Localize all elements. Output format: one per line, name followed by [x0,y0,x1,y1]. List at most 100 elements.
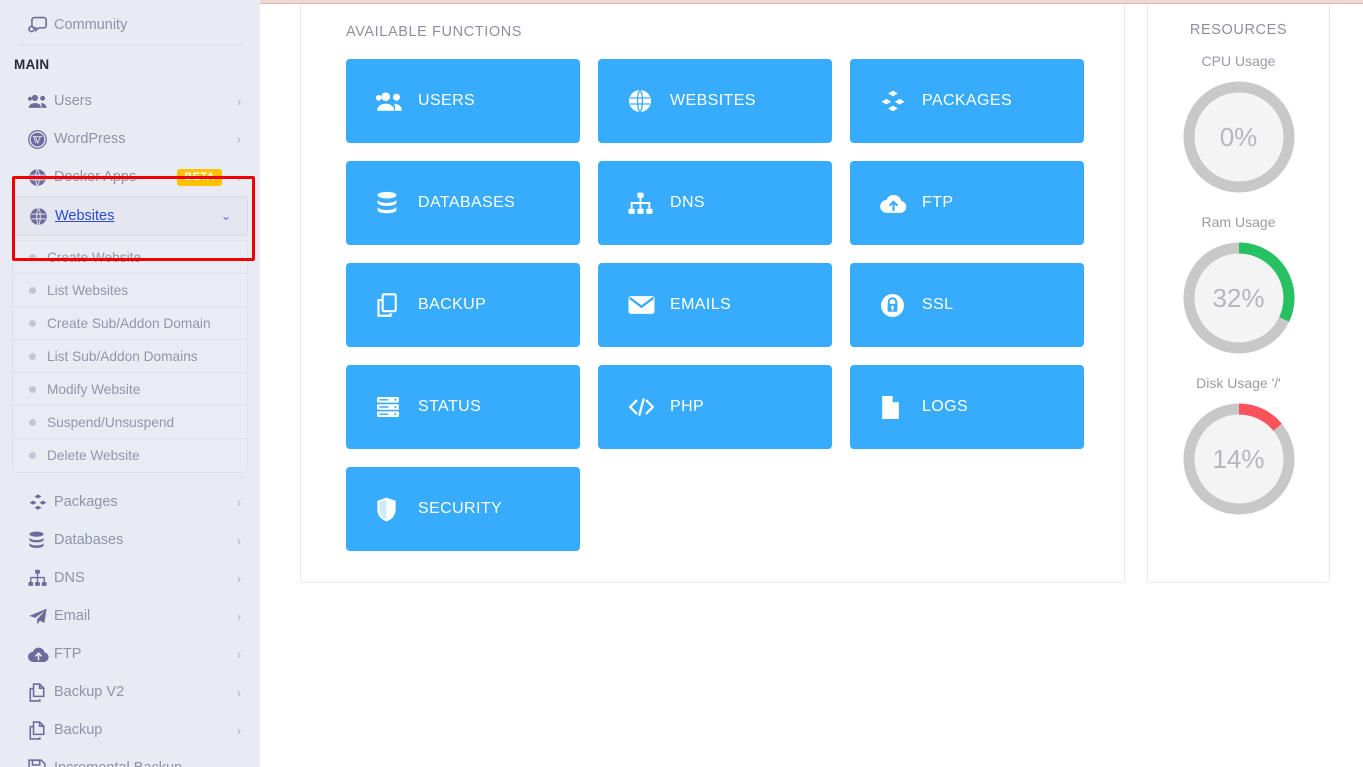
sidebar-subitem-suspend-unsuspend[interactable]: Suspend/Unsuspend [13,406,247,439]
sidebar-item-backup-v2[interactable]: Backup V2 › [0,673,260,711]
sidebar-item-packages[interactable]: Packages › [0,483,260,521]
tile-databases[interactable]: DATABASES [346,161,580,245]
tile-label: DATABASES [418,194,516,211]
sitemap-icon [628,188,662,218]
shield-icon [376,494,410,524]
comment-icon [28,15,54,35]
tile-users[interactable]: USERS [346,59,580,143]
sidebar-subitem-label: Suspend/Unsuspend [47,414,175,430]
tile-ftp[interactable]: FTP [850,161,1084,245]
gauge-wrap-ram: 32% [1148,236,1329,360]
sidebar-item-label: Users [54,93,92,109]
sidebar-subitem-label: List Sub/Addon Domains [47,348,198,364]
tile-label: EMAILS [670,296,732,313]
sidebar-subitem-list-websites[interactable]: List Websites [13,274,247,307]
sidebar-subitem-label: List Websites [47,282,129,298]
sidebar-submenu-websites[interactable]: Create Website List Websites Create Sub/… [12,240,248,473]
copy-icon [28,720,54,740]
sidebar-item-label: DNS [54,570,85,586]
tile-logs[interactable]: LOGS [850,365,1084,449]
gauge-disk-usage: 14% [1177,397,1301,521]
file-icon [880,392,914,422]
gauge-label-ram: Ram Usage [1201,214,1276,230]
sidebar-subitem-list-sub-addon-domains[interactable]: List Sub/Addon Domains [13,340,247,373]
sidebar-item-websites[interactable]: Websites ⌄ [12,196,248,236]
sidebar-subitem-label: Delete Website [47,448,140,463]
sidebar-item-email[interactable]: Email › [0,597,260,635]
tile-label: STATUS [418,398,482,415]
sidebar-item-label: Email [54,608,91,624]
gauge-label-cpu: CPU Usage [1201,53,1276,69]
tile-ssl[interactable]: SSL [850,263,1084,347]
sidebar-item-ftp[interactable]: FTP › [0,635,260,673]
gauge-wrap-disk: 14% [1148,397,1329,521]
tile-label: LOGS [922,398,969,415]
gauge-value-cpu: 0% [1219,121,1258,152]
tile-status[interactable]: STATUS [346,365,580,449]
gauge-label-disk: Disk Usage '/' [1196,375,1281,391]
copy-icon [28,682,54,702]
sidebar-subitem-label: Modify Website [47,381,141,397]
chevron-right-icon: › [236,608,242,624]
sidebar-item-label: Docker Apps [54,169,137,185]
gauge-cpu-usage: 0% [1177,75,1301,199]
chevron-right-icon: › [236,131,242,147]
copy-icon [376,290,410,320]
packages-icon [28,492,54,512]
tile-emails[interactable]: EMAILS [598,263,832,347]
gauge-value-disk: 14% [1212,443,1265,474]
globe-icon [29,206,55,226]
gauge-ram-usage: 32% [1177,236,1301,360]
tile-websites[interactable]: WEBSITES [598,59,832,143]
sidebar-item-dns[interactable]: DNS › [0,559,260,597]
chevron-right-icon: › [236,494,242,510]
tile-label: SSL [922,296,954,313]
sidebar-item-databases[interactable]: Databases › [0,521,260,559]
chevron-right-icon: › [236,93,242,109]
bullet-icon [29,452,36,459]
tile-backup[interactable]: BACKUP [346,263,580,347]
tile-label: SECURITY [418,500,503,517]
sidebar-item-users[interactable]: Users › [0,82,260,120]
sidebar[interactable]: Community MAIN Users › WordPress › Docke… [0,0,260,767]
tile-security[interactable]: SECURITY [346,467,580,551]
tile-label: BACKUP [418,296,487,313]
resources-title: RESOURCES [1189,22,1288,38]
sidebar-item-community[interactable]: Community [0,6,260,44]
envelope-icon [628,290,662,320]
chevron-right-icon: › [236,684,242,700]
sidebar-item-label: WordPress [54,131,126,147]
bullet-icon [29,286,36,294]
sidebar-subitem-create-sub-addon-domain[interactable]: Create Sub/Addon Domain [13,307,247,340]
status-badge-beta: BETA [177,168,222,186]
server-icon [376,392,410,422]
sidebar-subitem-create-website[interactable]: Create Website [13,241,247,274]
chevron-down-icon: ⌄ [220,208,232,223]
sidebar-subitem-modify-website[interactable]: Modify Website [13,373,247,406]
database-icon [376,188,410,218]
tile-label: DNS [670,194,705,211]
sidebar-subitem-label: Create Sub/Addon Domain [47,315,211,331]
bullet-icon [29,319,36,327]
sidebar-subitem-delete-website[interactable]: Delete Website [13,439,247,472]
sidebar-item-docker-apps[interactable]: Docker Apps BETA › [0,158,260,196]
chevron-right-icon: › [230,761,248,767]
available-functions-panel: AVAILABLE FUNCTIONS USERS WEBSITES PACKA… [300,4,1125,583]
chevron-right-icon: › [236,532,242,548]
chevron-right-icon: › [236,570,242,586]
tile-php[interactable]: PHP [598,365,832,449]
sidebar-item-incremental-backup[interactable]: Incremental Backup › [0,749,260,767]
tile-label: PACKAGES [922,92,1013,109]
bullet-icon [29,385,36,393]
packages-icon [880,86,914,116]
sidebar-item-backup[interactable]: Backup › [0,711,260,749]
sidebar-item-label: Backup [54,722,103,738]
dashboard-page: Community MAIN Users › WordPress › Docke… [0,0,1363,767]
paper-plane-icon [28,606,54,626]
sidebar-item-wordpress[interactable]: WordPress › [0,120,260,158]
tile-label: FTP [922,194,954,211]
globe-icon [28,167,54,187]
tile-dns[interactable]: DNS [598,161,832,245]
function-tile-grid: USERS WEBSITES PACKAGES DATABASES DNS FT… [346,59,1084,551]
tile-packages[interactable]: PACKAGES [850,59,1084,143]
